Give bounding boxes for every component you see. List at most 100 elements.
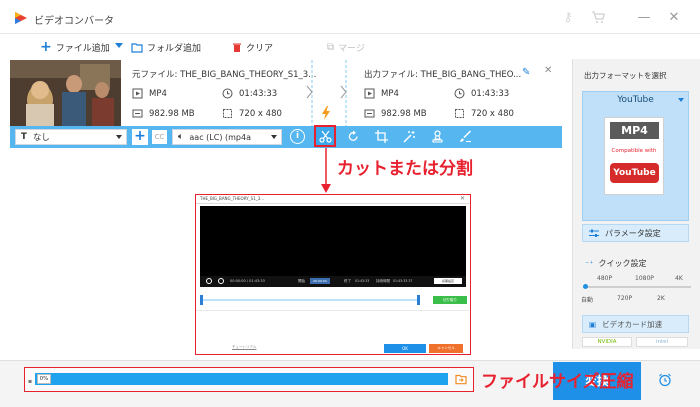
dialog-title: THE_BIG_BANG_THEORY_S1_3... xyxy=(200,196,265,201)
reset-button[interactable]: 初期設定 xyxy=(434,278,462,284)
plus-icon: + xyxy=(40,39,52,55)
cut-segment-button[interactable]: 切り取り xyxy=(433,296,467,304)
subtitle-select[interactable]: T なし xyxy=(15,129,127,145)
clock-icon xyxy=(222,88,233,99)
trim-timeline[interactable] xyxy=(200,295,420,305)
chevron-down-icon xyxy=(678,98,684,102)
title-bar: ビデオコンバータ ⚷ — ✕ xyxy=(0,0,700,34)
add-subtitle-button[interactable]: + xyxy=(132,129,148,145)
subtitle-cc-icon[interactable]: CC xyxy=(152,130,167,144)
format-selector[interactable]: YouTube MP4 Compatible with YouTube xyxy=(582,91,689,221)
trash-icon xyxy=(233,43,241,52)
quality-slider[interactable] xyxy=(583,284,691,289)
player-controls: 00:00:00 / 01:43:33 開始 00:00:00 終了 01:43… xyxy=(200,276,466,287)
player-time: 00:00:00 / 01:43:33 xyxy=(230,279,265,283)
add-file-button[interactable]: + ファイル追加 xyxy=(40,39,110,55)
mp4-label: MP4 xyxy=(610,122,659,139)
chevron-down-icon xyxy=(271,135,277,139)
edit-name-icon[interactable]: ✎ xyxy=(522,67,530,78)
output-folder-icon[interactable] xyxy=(455,373,467,385)
trim-start-handle[interactable] xyxy=(200,295,203,305)
add-folder-button[interactable]: フォルダ追加 xyxy=(131,40,201,54)
resolution-icon xyxy=(223,109,232,118)
audio-track-select[interactable]: 🔈︎ aac (LC) (mp4a xyxy=(172,129,282,145)
compress-annotation-label: ファイルサイズ圧縮 xyxy=(481,372,634,392)
start-label: 開始 xyxy=(298,279,305,283)
video-thumbnail[interactable] xyxy=(10,60,121,126)
lightning-icon[interactable] xyxy=(321,106,331,120)
close-icon[interactable]: ✕ xyxy=(666,10,682,26)
start-time-input[interactable]: 00:00:00 xyxy=(310,278,330,284)
cart-icon[interactable] xyxy=(590,10,606,26)
main-toolbar: + ファイル追加 フォルダ追加 クリア ⧉ マージ xyxy=(0,34,572,59)
duration-value: 01:43:33.37 xyxy=(393,279,413,283)
file-size-icon xyxy=(364,109,375,118)
alarm-clock-icon[interactable] xyxy=(658,373,672,387)
stop-icon[interactable] xyxy=(218,278,224,284)
source-duration: 01:43:33 xyxy=(222,88,277,99)
add-file-dropdown-icon[interactable] xyxy=(115,43,123,48)
app-logo-icon xyxy=(15,12,27,24)
quality-720p-label: 720P xyxy=(617,295,633,302)
hardware-acceleration-button[interactable]: ▣ ビデオカード加速 xyxy=(582,315,689,333)
merge-button[interactable]: ⧉ マージ xyxy=(327,40,365,54)
intel-badge[interactable]: intel xyxy=(636,337,688,347)
quality-slider-thumb[interactable] xyxy=(583,284,588,289)
scissors-icon xyxy=(319,130,332,143)
duration-label: 持続時間 xyxy=(376,279,390,283)
sliders-icon xyxy=(589,229,599,237)
quality-1080p-label: 1080P xyxy=(635,275,654,282)
dialog-title-bar: THE_BIG_BANG_THEORY_S1_3... ✕ xyxy=(196,195,469,204)
parameter-settings-button[interactable]: パラメータ設定 xyxy=(582,224,689,242)
folder-icon xyxy=(131,42,143,53)
select-format-label: 出力フォーマットを選択 xyxy=(584,71,667,80)
output-resolution: 720 x 480 xyxy=(454,108,514,119)
merge-icon: ⧉ xyxy=(327,41,335,53)
file-item: 元ファイル: THE_BIG_BANG_THEORY_S1_3... MP4 0… xyxy=(10,60,562,126)
end-time-input[interactable]: 01:43:33 xyxy=(355,279,369,283)
output-settings-panel: 出力フォーマットを選択 YouTube MP4 Compatible with … xyxy=(572,59,700,349)
clear-button[interactable]: クリア xyxy=(232,40,273,54)
video-player[interactable] xyxy=(200,206,466,276)
quality-auto-label: 自動 xyxy=(581,297,594,304)
nvidia-badge[interactable]: NVIDIA xyxy=(582,337,632,347)
app-title: ビデオコンバータ xyxy=(34,16,114,27)
tutorial-link[interactable]: チュートリアル xyxy=(232,345,256,350)
cancel-button[interactable]: キャンセル xyxy=(429,344,463,353)
compress-highlight: ▪ 0% xyxy=(24,367,474,392)
quality-4k-label: 4K xyxy=(675,275,683,282)
annotation-arrow xyxy=(321,148,331,193)
compatible-text: Compatible with xyxy=(611,148,657,154)
quick-settings-icon: ⁻⁺ xyxy=(585,259,594,268)
compression-slider[interactable]: 0% xyxy=(35,373,448,385)
compress-small-icon: ▪ xyxy=(28,378,33,385)
dialog-close-icon[interactable]: ✕ xyxy=(460,195,465,202)
play-icon[interactable] xyxy=(206,278,212,284)
subtitle-icon: T xyxy=(21,132,27,142)
cut-button[interactable] xyxy=(314,125,336,147)
effects-wand-icon[interactable] xyxy=(403,130,416,143)
watermark-stamp-icon[interactable] xyxy=(431,130,444,143)
info-icon[interactable]: i xyxy=(290,129,305,144)
rotate-icon[interactable] xyxy=(347,130,360,143)
minimize-icon[interactable]: — xyxy=(636,10,652,26)
key-icon[interactable]: ⚷ xyxy=(560,10,576,26)
quick-settings-label: ⁻⁺ クイック設定 xyxy=(585,259,647,268)
compression-percent[interactable]: 0% xyxy=(37,374,51,384)
video-file-icon xyxy=(132,88,143,99)
edit-bar: T なし + CC 🔈︎ aac (LC) (mp4a i xyxy=(10,125,562,148)
trim-end-handle[interactable] xyxy=(417,295,420,305)
brush-icon[interactable] xyxy=(459,130,472,143)
gpu-icon: ▣ xyxy=(589,319,597,329)
add-file-label: ファイル追加 xyxy=(55,43,110,54)
crop-icon[interactable] xyxy=(375,130,388,143)
output-format: MP4 xyxy=(364,88,399,99)
speaker-icon: 🔈︎ xyxy=(178,132,184,142)
cut-annotation-label: カットまたは分割 xyxy=(337,159,473,179)
youtube-logo: YouTube xyxy=(610,163,659,183)
remove-file-icon[interactable]: ✕ xyxy=(544,65,552,76)
ok-button[interactable]: OK xyxy=(384,344,426,353)
format-name: YouTube xyxy=(617,95,654,105)
video-file-icon xyxy=(364,88,375,99)
merge-label: マージ xyxy=(338,43,365,54)
